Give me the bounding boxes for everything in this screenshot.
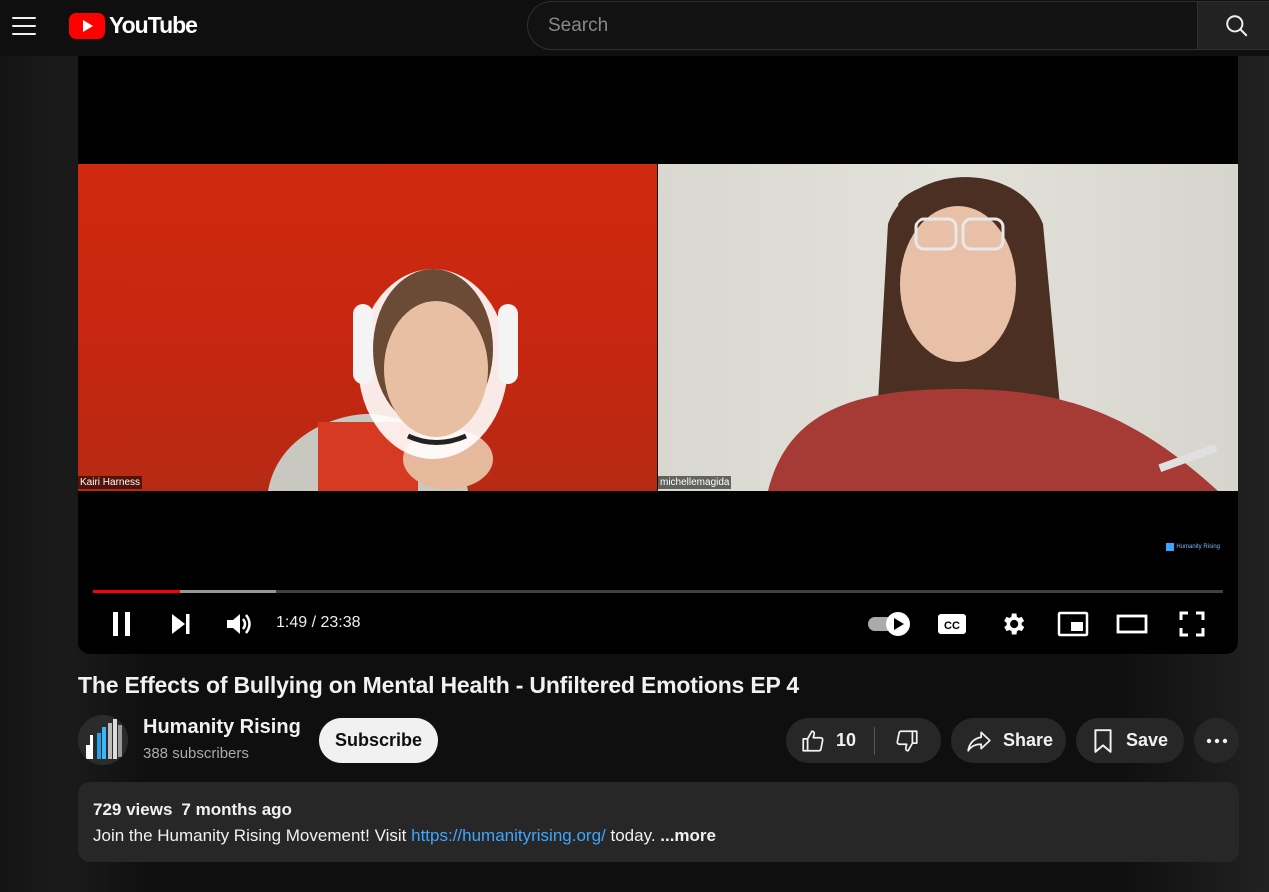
description-link[interactable]: https://humanityrising.org/ xyxy=(411,826,606,845)
search-input[interactable] xyxy=(548,14,1198,37)
miniplayer-button[interactable] xyxy=(1055,607,1091,641)
played-bar xyxy=(93,590,180,593)
fullscreen-button[interactable] xyxy=(1175,607,1209,641)
bookmark-icon xyxy=(1094,728,1112,753)
like-button[interactable]: 10 xyxy=(786,718,874,763)
settings-button[interactable] xyxy=(996,607,1030,641)
thumbs-down-icon xyxy=(896,729,918,752)
youtube-play-icon xyxy=(69,12,105,39)
participant-illustration-right xyxy=(768,177,1218,491)
thumbs-up-icon xyxy=(802,729,824,752)
captions-button[interactable]: CC xyxy=(935,607,969,641)
upload-age: 7 months ago xyxy=(181,800,292,819)
hamburger-menu-icon[interactable] xyxy=(8,8,40,44)
description-text: Join the Humanity Rising Movement! Visit… xyxy=(93,826,1224,846)
video-title: The Effects of Bullying on Mental Health… xyxy=(78,672,799,698)
svg-text:CC: CC xyxy=(944,620,960,632)
autoplay-toggle[interactable] xyxy=(866,607,912,641)
participant-video-right: michellemagida xyxy=(658,164,1238,491)
share-icon xyxy=(967,730,991,752)
youtube-logo[interactable]: YouTube xyxy=(69,12,198,39)
more-horizontal-icon xyxy=(1206,738,1227,743)
participant-name-right: michellemagida xyxy=(658,476,732,489)
captions-icon: CC xyxy=(938,614,966,634)
participant-illustration-left xyxy=(268,269,518,491)
participant-video-left: Kairi Harness xyxy=(78,164,657,491)
search-button[interactable] xyxy=(1197,1,1269,50)
next-button[interactable] xyxy=(164,607,196,641)
description-text-before: Join the Humanity Rising Movement! Visit xyxy=(93,826,412,845)
description-text-after: today. xyxy=(605,826,661,845)
volume-icon xyxy=(227,614,251,634)
share-label: Share xyxy=(1003,730,1054,750)
save-button[interactable]: Save xyxy=(1076,718,1184,763)
like-count: 10 xyxy=(836,730,857,750)
participant-name-left: Kairi Harness xyxy=(78,476,143,489)
subscriber-count: 388 subscribers xyxy=(143,745,249,762)
watermark-text: Humanity Rising xyxy=(1176,544,1220,550)
search-box xyxy=(527,1,1198,50)
time-display: 1:49 / 23:38 xyxy=(276,614,361,631)
miniplayer-icon xyxy=(1057,611,1089,637)
description-meta: 729 views 7 months ago xyxy=(93,800,1224,820)
dislike-button[interactable] xyxy=(875,718,939,763)
save-label: Save xyxy=(1126,730,1169,750)
fullscreen-icon xyxy=(1179,611,1205,637)
video-frame[interactable]: Kairi Harness michellemagida xyxy=(78,164,1238,491)
theater-mode-icon xyxy=(1116,614,1148,634)
channel-avatar[interactable] xyxy=(78,715,128,765)
subscribe-button[interactable]: Subscribe xyxy=(319,718,438,763)
search-icon xyxy=(1226,14,1248,36)
show-more-link[interactable]: ...more xyxy=(660,826,716,845)
pause-icon xyxy=(113,612,130,636)
volume-button[interactable] xyxy=(223,607,255,641)
description-box[interactable]: 729 views 7 months ago Join the Humanity… xyxy=(78,782,1239,862)
channel-name[interactable]: Humanity Rising xyxy=(143,716,301,739)
watermark-logo-icon xyxy=(1166,543,1175,551)
view-count: 729 views xyxy=(93,800,173,819)
theater-mode-button[interactable] xyxy=(1114,607,1150,641)
progress-bar[interactable] xyxy=(93,590,1223,593)
logo-text: YouTube xyxy=(109,12,198,38)
next-icon xyxy=(172,614,190,634)
pause-button[interactable] xyxy=(106,607,138,641)
top-bar: YouTube xyxy=(0,0,1269,56)
autoplay-toggle-icon xyxy=(868,612,910,636)
channel-watermark[interactable]: Humanity Rising xyxy=(1166,543,1220,551)
like-dislike-group: 10 xyxy=(786,718,941,763)
share-button[interactable]: Share xyxy=(951,718,1066,763)
more-actions-button[interactable] xyxy=(1194,718,1239,763)
gear-icon xyxy=(1004,613,1025,635)
video-player[interactable]: Kairi Harness michellemagida Humanity Ri… xyxy=(78,56,1238,654)
channel-logo-icon xyxy=(78,715,128,765)
